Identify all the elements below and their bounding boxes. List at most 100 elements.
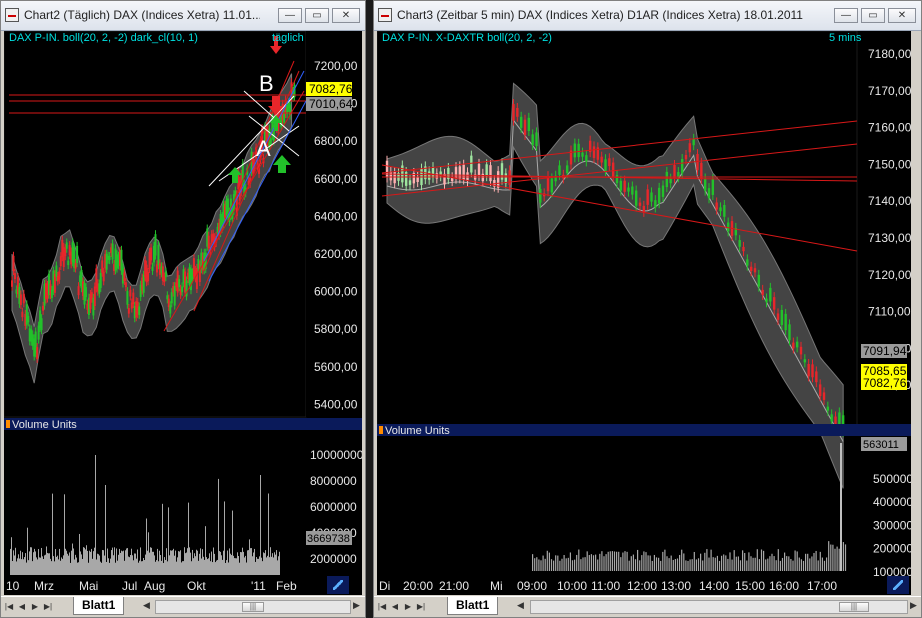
close-button[interactable]: ✕	[332, 8, 360, 23]
horizontal-scrollbar[interactable]: |||	[530, 600, 908, 614]
candle-body	[818, 384, 822, 397]
volume-bar	[246, 562, 247, 575]
scroll-left-icon[interactable]: ◀	[143, 600, 150, 611]
time-tick-label: 20:00	[403, 579, 434, 593]
candle-body	[772, 297, 776, 310]
minimize-button[interactable]: —	[834, 8, 858, 23]
candle-body	[535, 132, 538, 147]
volume-bar	[149, 552, 150, 575]
scroll-thumb[interactable]: |||	[839, 602, 869, 612]
bollinger-band	[11, 73, 293, 384]
axis-tick-label: 10000000	[310, 448, 362, 462]
volume-bar	[676, 558, 679, 571]
volume-axis: 5000004000003000002000001000000	[873, 472, 911, 577]
candle-body	[36, 347, 39, 360]
volume-bar	[714, 557, 716, 571]
volume-bar	[276, 550, 277, 575]
volume-badge: 563011	[863, 439, 899, 451]
volume-bar	[22, 552, 23, 575]
prev-sheet-icon[interactable]: ◀	[389, 600, 401, 614]
candle-body	[90, 292, 93, 299]
sheet-tab[interactable]: Blatt1	[447, 597, 499, 615]
volume-bar	[597, 559, 599, 571]
volume-bar	[578, 549, 580, 571]
minimize-button[interactable]: —	[278, 8, 302, 23]
volume-bar	[540, 560, 542, 571]
volume-bar	[147, 550, 148, 575]
volume-bar	[118, 554, 119, 575]
volume-bar	[197, 550, 198, 575]
chart3-window: Chart3 (Zeitbar 5 min) DAX (Indices Xetr…	[373, 0, 922, 618]
axis-tick-label: 6200,00	[314, 247, 358, 261]
volume-bar	[26, 562, 27, 575]
close-button[interactable]: ✕	[888, 8, 916, 23]
chart-canvas[interactable]: B A DAX P-IN. boll(20, 2, -2) dark_cl(10…	[4, 31, 362, 577]
scroll-right-icon[interactable]: ▶	[353, 600, 360, 611]
volume-bar	[580, 559, 582, 571]
volume-bar	[181, 562, 182, 575]
scroll-left-icon[interactable]: ◀	[517, 600, 524, 611]
volume-bar	[800, 559, 802, 571]
scroll-thumb[interactable]: |||	[242, 602, 264, 612]
volume-bar	[126, 548, 127, 575]
restore-button[interactable]: ▭	[305, 8, 329, 23]
candle-body	[416, 176, 419, 183]
last-sheet-icon[interactable]: ▶|	[415, 600, 427, 614]
candle-body	[207, 235, 210, 249]
volume-bar	[840, 443, 842, 571]
volume-bar	[592, 555, 595, 571]
candle-body	[132, 292, 135, 304]
next-sheet-icon[interactable]: ▶	[29, 600, 41, 614]
candle-body	[700, 162, 703, 179]
volume-bar	[66, 550, 67, 575]
volume-bar	[844, 544, 847, 571]
volume-bar	[44, 555, 45, 575]
volume-bar	[23, 559, 24, 575]
candle-body	[477, 163, 481, 176]
candle-body	[715, 202, 718, 210]
chart3-titlebar[interactable]: Chart3 (Zeitbar 5 min) DAX (Indices Xetr…	[374, 1, 921, 31]
volume-bar	[227, 550, 228, 575]
volume-bar	[649, 555, 651, 571]
volume-bar	[697, 558, 700, 571]
candle-body	[619, 180, 623, 191]
volume-bar	[99, 555, 100, 575]
volume-bar	[203, 556, 204, 575]
scroll-right-icon[interactable]: ▶	[910, 600, 917, 611]
prev-sheet-icon[interactable]: ◀	[16, 600, 28, 614]
chart2-window: Chart2 (Täglich) DAX (Indices Xetra) 11.…	[0, 0, 366, 618]
candle-body	[799, 346, 803, 355]
volume-bar	[809, 558, 811, 571]
volume-bar	[94, 547, 95, 575]
last-sheet-icon[interactable]: ▶|	[42, 600, 54, 614]
sheet-tab[interactable]: Blatt1	[73, 597, 125, 615]
volume-bar	[55, 549, 56, 575]
volume-bar	[121, 550, 122, 575]
volume-bar	[109, 562, 110, 575]
volume-bar	[727, 558, 729, 571]
volume-bar	[184, 547, 185, 575]
chart2-titlebar[interactable]: Chart2 (Täglich) DAX (Indices Xetra) 11.…	[1, 1, 365, 31]
volume-bar	[155, 561, 156, 575]
drawing-tool-icon[interactable]	[327, 576, 349, 594]
volume-bar	[45, 554, 46, 575]
volume-bar	[569, 552, 571, 571]
volume-bar	[128, 556, 129, 575]
time-tick-label: 16:00	[769, 579, 800, 593]
time-tick-label: Mrz	[34, 579, 54, 593]
volume-bar	[716, 555, 718, 571]
horizontal-scrollbar[interactable]: |||	[155, 600, 351, 614]
restore-button[interactable]: ▭	[861, 8, 885, 23]
volume-bar	[110, 558, 111, 575]
first-sheet-icon[interactable]: |◀	[376, 600, 388, 614]
candle-body	[58, 271, 61, 280]
first-sheet-icon[interactable]: |◀	[3, 600, 15, 614]
candle-body	[703, 178, 707, 191]
candle-body	[753, 268, 757, 273]
next-sheet-icon[interactable]: ▶	[402, 600, 414, 614]
chart-canvas[interactable]: DAX P-IN. X-DAXTR boll(20, 2, -2) 5 mins…	[377, 31, 911, 577]
volume-bar	[77, 562, 78, 575]
volume-bar	[813, 552, 815, 571]
volume-bar	[279, 551, 280, 575]
drawing-tool-icon[interactable]	[887, 576, 909, 594]
